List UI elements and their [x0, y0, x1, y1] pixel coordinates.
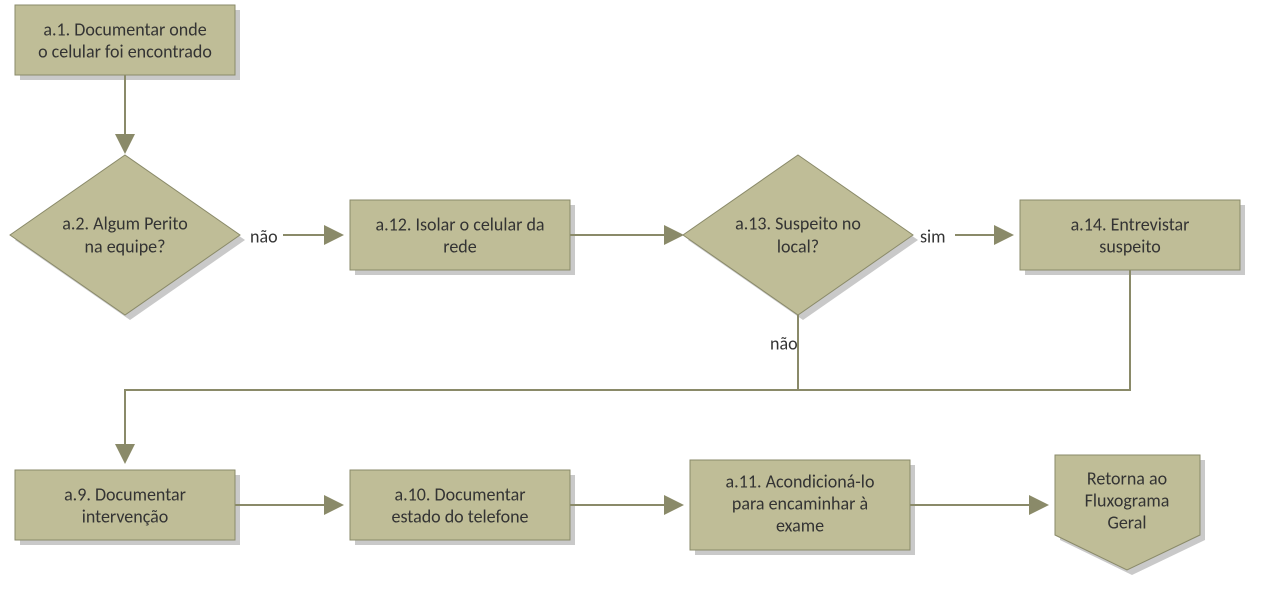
node-a9: a.9. Documentar intervenção: [15, 470, 240, 545]
node-a14-text-line2: suspeito: [1099, 235, 1160, 257]
node-a10-text-line1: a.10. Documentar: [395, 483, 526, 505]
node-offpage: Retorna ao Fluxograma Geral: [1055, 455, 1205, 575]
node-offpage-text-line1: Retorna ao: [1087, 467, 1167, 489]
arrow-a13-a9: [125, 315, 798, 460]
node-offpage-text-line3: Geral: [1108, 511, 1147, 533]
node-a12-text-line1: a.12. Isolar o celular da: [375, 213, 544, 235]
node-a13-text-line1: a.13. Suspeito no: [735, 212, 861, 234]
node-a2-text-line1: a.2. Algum Perito: [62, 212, 187, 234]
node-a14: a.14. Entrevistar suspeito: [1020, 200, 1245, 275]
node-a13-text-line2: local?: [777, 235, 819, 257]
node-a1-text-line1: a.1. Documentar onde: [43, 18, 206, 40]
node-a11-text-line3: exame: [776, 514, 824, 536]
node-a2-decision: a.2. Algum Perito na equipe?: [10, 155, 245, 320]
node-a10-text-line2: estado do telefone: [391, 505, 528, 527]
node-offpage-text-line2: Fluxograma: [1085, 489, 1170, 511]
node-a9-text-line2: intervenção: [82, 505, 169, 527]
label-a13-sim: sim: [920, 225, 946, 247]
node-a9-text-line1: a.9. Documentar: [64, 483, 186, 505]
node-a11-text-line2: para encaminhar à: [732, 492, 868, 514]
node-a11: a.11. Acondicioná-lo para encaminhar à e…: [690, 460, 915, 555]
label-a2-nao: não: [250, 225, 278, 247]
node-a1-text-line2: o celular foi encontrado: [38, 40, 212, 62]
node-a10: a.10. Documentar estado do telefone: [350, 470, 575, 545]
node-a11-text-line1: a.11. Acondicioná-lo: [726, 470, 875, 492]
node-a13-decision: a.13. Suspeito no local?: [683, 155, 918, 320]
node-a2-text-line2: na equipe?: [85, 235, 166, 257]
node-a12-text-line2: rede: [443, 235, 476, 257]
label-a13-nao: não: [770, 332, 798, 354]
node-a14-text-line1: a.14. Entrevistar: [1071, 213, 1190, 235]
node-a1: a.1. Documentar onde o celular foi encon…: [15, 5, 240, 80]
node-a12: a.12. Isolar o celular da rede: [350, 200, 575, 275]
